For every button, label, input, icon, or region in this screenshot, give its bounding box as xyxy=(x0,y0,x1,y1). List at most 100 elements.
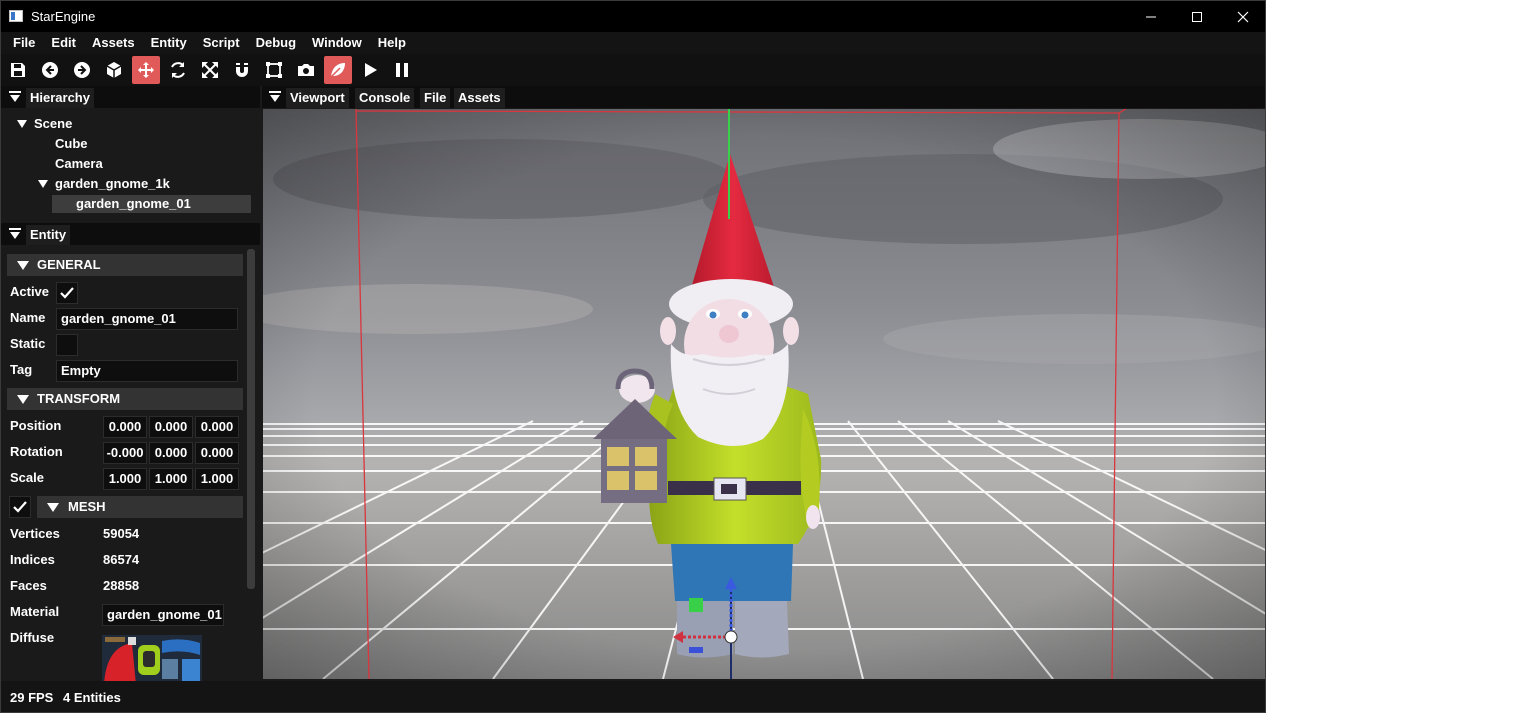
hierarchy-collapse-toggle[interactable] xyxy=(7,89,23,105)
section-arrow-icon xyxy=(17,261,29,270)
leaf-icon xyxy=(330,63,345,78)
redo-button[interactable] xyxy=(68,56,96,84)
scene-viewport[interactable] xyxy=(263,109,1265,679)
texture-preview-image xyxy=(102,635,202,681)
move-tool-button[interactable] xyxy=(132,56,160,84)
collapse-icon xyxy=(9,228,21,239)
tab-hierarchy[interactable]: Hierarchy xyxy=(26,88,94,108)
hierarchy-tabbar: Hierarchy xyxy=(1,86,260,108)
tree-node-scene[interactable]: Scene xyxy=(34,115,72,133)
checkmark-icon xyxy=(13,501,27,513)
entity-collapse-toggle[interactable] xyxy=(7,226,23,242)
collapse-icon xyxy=(9,91,21,102)
minimize-icon xyxy=(1146,16,1156,17)
menu-help[interactable]: Help xyxy=(370,32,414,54)
general-section-header[interactable]: GENERAL xyxy=(7,254,243,276)
collapse-icon xyxy=(269,91,281,102)
position-x-field[interactable]: 0.000 xyxy=(103,416,147,438)
screenshot-button[interactable] xyxy=(292,56,320,84)
add-cube-button[interactable] xyxy=(100,56,128,84)
app-icon xyxy=(9,10,23,22)
active-label: Active xyxy=(10,284,50,299)
vertices-label: Vertices xyxy=(10,526,60,541)
checkmark-icon xyxy=(60,287,74,299)
indices-value: 86574 xyxy=(103,552,140,567)
tree-node-garden-gnome-01[interactable]: garden_gnome_01 xyxy=(76,195,191,213)
tree-node-garden-gnome-1k[interactable]: garden_gnome_1k xyxy=(55,175,170,193)
menu-entity[interactable]: Entity xyxy=(143,32,195,54)
menu-bar: File Edit Assets Entity Script Debug Win… xyxy=(1,32,1265,54)
fps-counter: 29 FPS xyxy=(10,690,54,705)
rotate-tool-button[interactable] xyxy=(164,56,192,84)
rotation-z-field[interactable]: 0.000 xyxy=(195,442,239,464)
scale-z-field[interactable]: 1.000 xyxy=(195,468,239,490)
pause-button[interactable] xyxy=(388,56,416,84)
transform-section-header[interactable]: TRANSFORM xyxy=(7,388,243,410)
tab-console[interactable]: Console xyxy=(355,88,415,108)
section-arrow-icon xyxy=(47,503,59,512)
gnome-expand-arrow-icon[interactable] xyxy=(38,180,48,188)
static-checkbox[interactable] xyxy=(56,334,78,356)
menu-window[interactable]: Window xyxy=(304,32,370,54)
entity-tabbar: Entity xyxy=(1,223,260,245)
scale-x-field[interactable]: 1.000 xyxy=(103,468,147,490)
mesh-header-label: MESH xyxy=(68,499,106,514)
rotation-y-field[interactable]: 0.000 xyxy=(149,442,193,464)
name-label: Name xyxy=(10,310,46,325)
entity-scrollbar[interactable] xyxy=(247,249,255,589)
mesh-section-header[interactable]: MESH xyxy=(37,496,243,518)
snap-button[interactable] xyxy=(228,56,256,84)
menu-edit[interactable]: Edit xyxy=(43,32,84,54)
diffuse-texture-thumbnail[interactable] xyxy=(102,635,202,681)
bounds-button[interactable] xyxy=(260,56,288,84)
position-z-field[interactable]: 0.000 xyxy=(195,416,239,438)
hierarchy-panel: Hierarchy Scene Cube Camera garden_gnome… xyxy=(1,86,260,221)
name-input[interactable]: garden_gnome_01 xyxy=(56,308,238,330)
maximize-button[interactable] xyxy=(1174,1,1220,32)
menu-script[interactable]: Script xyxy=(195,32,248,54)
position-y-field[interactable]: 0.000 xyxy=(149,416,193,438)
tree-node-camera[interactable]: Camera xyxy=(55,155,103,173)
tab-assets[interactable]: Assets xyxy=(454,88,505,108)
play-button[interactable] xyxy=(356,56,384,84)
scale-label: Scale xyxy=(10,470,44,485)
close-icon xyxy=(1237,11,1249,22)
move-icon xyxy=(138,62,154,78)
close-button[interactable] xyxy=(1220,1,1265,32)
maximize-icon xyxy=(1192,11,1202,22)
save-button[interactable] xyxy=(4,56,32,84)
material-field[interactable]: garden_gnome_01 xyxy=(102,604,224,626)
tag-dropdown[interactable]: Empty xyxy=(56,360,238,382)
faces-label: Faces xyxy=(10,578,47,593)
tab-file[interactable]: File xyxy=(420,88,451,108)
arrow-right-icon xyxy=(74,62,90,78)
minimize-button[interactable] xyxy=(1128,1,1174,32)
scene-render xyxy=(263,109,1265,679)
window-title: StarEngine xyxy=(31,9,96,24)
tree-node-cube[interactable]: Cube xyxy=(55,135,88,153)
tag-label: Tag xyxy=(10,362,33,377)
scene-expand-arrow-icon[interactable] xyxy=(17,120,27,128)
menu-debug[interactable]: Debug xyxy=(248,32,304,54)
tab-viewport[interactable]: Viewport xyxy=(286,88,349,108)
leaf-tool-button[interactable] xyxy=(324,56,352,84)
menu-assets[interactable]: Assets xyxy=(84,32,143,54)
center-collapse-toggle[interactable] xyxy=(267,89,283,105)
general-header-label: GENERAL xyxy=(37,257,101,272)
mesh-enabled-checkbox[interactable] xyxy=(9,496,31,518)
menu-file[interactable]: File xyxy=(5,32,43,54)
pause-icon xyxy=(396,63,408,77)
save-icon xyxy=(11,63,25,77)
expand-icon xyxy=(202,62,218,78)
entity-panel: Entity GENERAL Active Name garden_gnome_… xyxy=(1,223,260,681)
scale-y-field[interactable]: 1.000 xyxy=(149,468,193,490)
rotation-x-field[interactable]: -0.000 xyxy=(103,442,147,464)
undo-button[interactable] xyxy=(36,56,64,84)
scale-tool-button[interactable] xyxy=(196,56,224,84)
center-tabbar: Viewport Console File Assets xyxy=(262,86,1265,108)
viewport-panel: Viewport Console File Assets xyxy=(262,86,1265,681)
position-label: Position xyxy=(10,418,62,433)
active-checkbox[interactable] xyxy=(56,282,78,304)
title-bar: StarEngine xyxy=(1,1,1265,32)
tab-entity[interactable]: Entity xyxy=(26,225,71,245)
